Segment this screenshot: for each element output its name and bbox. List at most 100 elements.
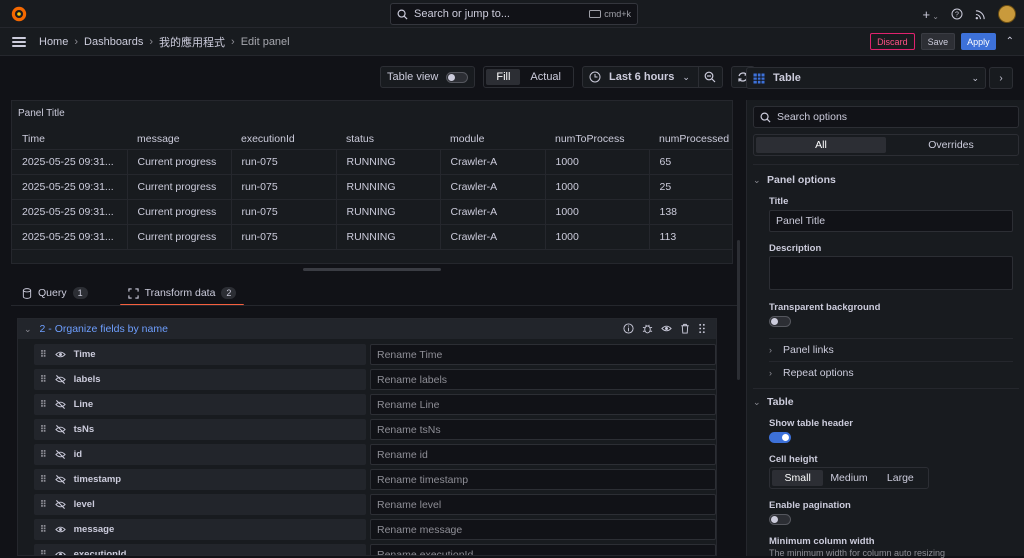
eye-off-icon[interactable]	[54, 399, 66, 410]
cell-height-medium[interactable]: Medium	[823, 470, 874, 486]
eye-off-icon[interactable]	[54, 374, 66, 385]
column-header[interactable]: numProcessed	[649, 129, 732, 150]
table-section[interactable]: ⌄ Table	[753, 394, 1019, 410]
rename-input[interactable]: Rename tsNs	[370, 419, 716, 440]
eye-off-icon[interactable]	[54, 449, 66, 460]
options-overrides-tab[interactable]: Overrides	[886, 137, 1016, 153]
toggle-options-button[interactable]: ›	[989, 67, 1013, 89]
debug-icon[interactable]	[642, 323, 653, 334]
eye-icon[interactable]	[54, 524, 66, 535]
menu-icon[interactable]	[12, 36, 26, 47]
tab-transform[interactable]: Transform data 2	[119, 282, 245, 306]
help-icon[interactable]: ?	[951, 8, 963, 20]
rename-placeholder: Rename message	[377, 523, 463, 536]
table-cell: 138	[649, 199, 732, 225]
rename-input[interactable]: Rename labels	[370, 369, 716, 390]
drag-handle-icon[interactable]: ⠿	[40, 499, 47, 510]
field-name-box[interactable]: ⠿ Time	[34, 344, 366, 365]
title-input[interactable]: Panel Title	[769, 210, 1013, 232]
column-header[interactable]: module	[440, 129, 545, 150]
breadcrumb-dashboards[interactable]: Dashboards	[84, 36, 143, 48]
column-header[interactable]: message	[127, 129, 231, 150]
tab-query[interactable]: Query 1	[14, 282, 96, 304]
breadcrumb-home[interactable]: Home	[39, 36, 68, 48]
column-header[interactable]: numToProcess	[545, 129, 649, 150]
pagination-switch[interactable]	[769, 514, 791, 525]
column-header[interactable]: executionId	[231, 129, 336, 150]
discard-button[interactable]: Discard	[870, 33, 915, 50]
time-range-picker[interactable]: Last 6 hours ⌄	[582, 66, 723, 88]
horizontal-scrollbar[interactable]	[303, 268, 441, 271]
rename-input[interactable]: Rename Time	[370, 344, 716, 365]
drag-handle-icon[interactable]: ⠿	[40, 349, 47, 360]
column-header[interactable]: status	[336, 129, 440, 150]
avatar[interactable]	[998, 5, 1016, 23]
zoom-out-icon[interactable]	[697, 67, 722, 87]
drag-handle-icon[interactable]: ⠿	[40, 474, 47, 485]
rename-input[interactable]: Rename level	[370, 494, 716, 515]
transformation-header[interactable]: ⌄ 2 - Organize fields by name	[18, 319, 716, 339]
table-view-switch[interactable]	[446, 71, 469, 83]
table-section-heading: Table	[767, 396, 794, 408]
rename-placeholder: Rename timestamp	[377, 473, 469, 486]
info-icon[interactable]	[623, 323, 634, 334]
repeat-options-section[interactable]: › Repeat options	[769, 361, 1013, 383]
eye-off-icon[interactable]	[54, 499, 66, 510]
drag-handle-icon[interactable]	[698, 323, 706, 334]
drag-handle-icon[interactable]: ⠿	[40, 449, 47, 460]
cell-height-small[interactable]: Small	[772, 470, 824, 486]
drag-handle-icon[interactable]: ⠿	[40, 374, 47, 385]
field-name-box[interactable]: ⠿ message	[34, 519, 366, 540]
eye-icon[interactable]	[54, 549, 66, 555]
actual-option[interactable]: Actual	[520, 69, 571, 85]
field-name: message	[73, 524, 115, 535]
cell-height-large[interactable]: Large	[875, 470, 926, 486]
apply-button[interactable]: Apply	[961, 33, 996, 50]
options-all-tab[interactable]: All	[756, 137, 886, 153]
save-button[interactable]: Save	[920, 33, 956, 50]
trash-icon[interactable]	[680, 323, 690, 334]
drag-handle-icon[interactable]: ⠿	[40, 549, 47, 555]
drag-handle-icon[interactable]: ⠿	[40, 424, 47, 435]
drag-handle-icon[interactable]: ⠿	[40, 524, 47, 535]
transparent-switch[interactable]	[769, 316, 791, 327]
grafana-logo-icon[interactable]	[10, 5, 28, 23]
rename-input[interactable]: Rename message	[370, 519, 716, 540]
rss-icon[interactable]	[975, 9, 986, 20]
panel-links-section[interactable]: › Panel links	[769, 338, 1013, 360]
eye-icon[interactable]	[54, 349, 66, 360]
eye-icon[interactable]	[661, 323, 672, 334]
visualization-picker[interactable]: Table ⌄	[746, 67, 986, 89]
drag-handle-icon[interactable]: ⠿	[40, 399, 47, 410]
table-view-toggle[interactable]: Table view	[380, 66, 476, 88]
fill-option[interactable]: Fill	[486, 69, 521, 85]
rename-input[interactable]: Rename Line	[370, 394, 716, 415]
breadcrumb-dashboard[interactable]: 我的應用程式	[159, 34, 225, 50]
table-cell: Current progress	[127, 174, 232, 200]
data-table: Time message executionId status module numToP…	[12, 129, 732, 250]
rename-input[interactable]: Rename id	[370, 444, 716, 465]
search-bar[interactable]: Search or jump to... cmd+k	[390, 3, 638, 25]
field-name-box[interactable]: ⠿ executionId	[34, 544, 366, 555]
rename-input[interactable]: Rename executionId	[370, 544, 716, 555]
field-name-box[interactable]: ⠿ level	[34, 494, 366, 515]
add-icon[interactable]: + ⌄	[922, 7, 939, 22]
description-textarea[interactable]	[769, 256, 1013, 290]
field-name-box[interactable]: ⠿ tsNs	[34, 419, 366, 440]
chevron-up-icon[interactable]: ⌃	[1006, 36, 1014, 47]
column-header[interactable]: Time	[12, 129, 127, 150]
show-header-switch[interactable]	[769, 432, 791, 443]
field-name-box[interactable]: ⠿ labels	[34, 369, 366, 390]
field-name-box[interactable]: ⠿ id	[34, 444, 366, 465]
options-search-input[interactable]: Search options	[753, 106, 1019, 128]
field-name-box[interactable]: ⠿ Line	[34, 394, 366, 415]
eye-off-icon[interactable]	[54, 474, 66, 485]
search-placeholder: Search or jump to...	[414, 8, 510, 20]
chevron-down-icon[interactable]: ⌄	[24, 324, 32, 335]
time-range-label: Last 6 hours	[609, 71, 675, 83]
rename-input[interactable]: Rename timestamp	[370, 469, 716, 490]
eye-off-icon[interactable]	[54, 424, 66, 435]
field-name-box[interactable]: ⠿ timestamp	[34, 469, 366, 490]
vertical-scrollbar[interactable]	[737, 240, 740, 380]
panel-options-section[interactable]: ⌄ Panel options	[753, 172, 1019, 188]
